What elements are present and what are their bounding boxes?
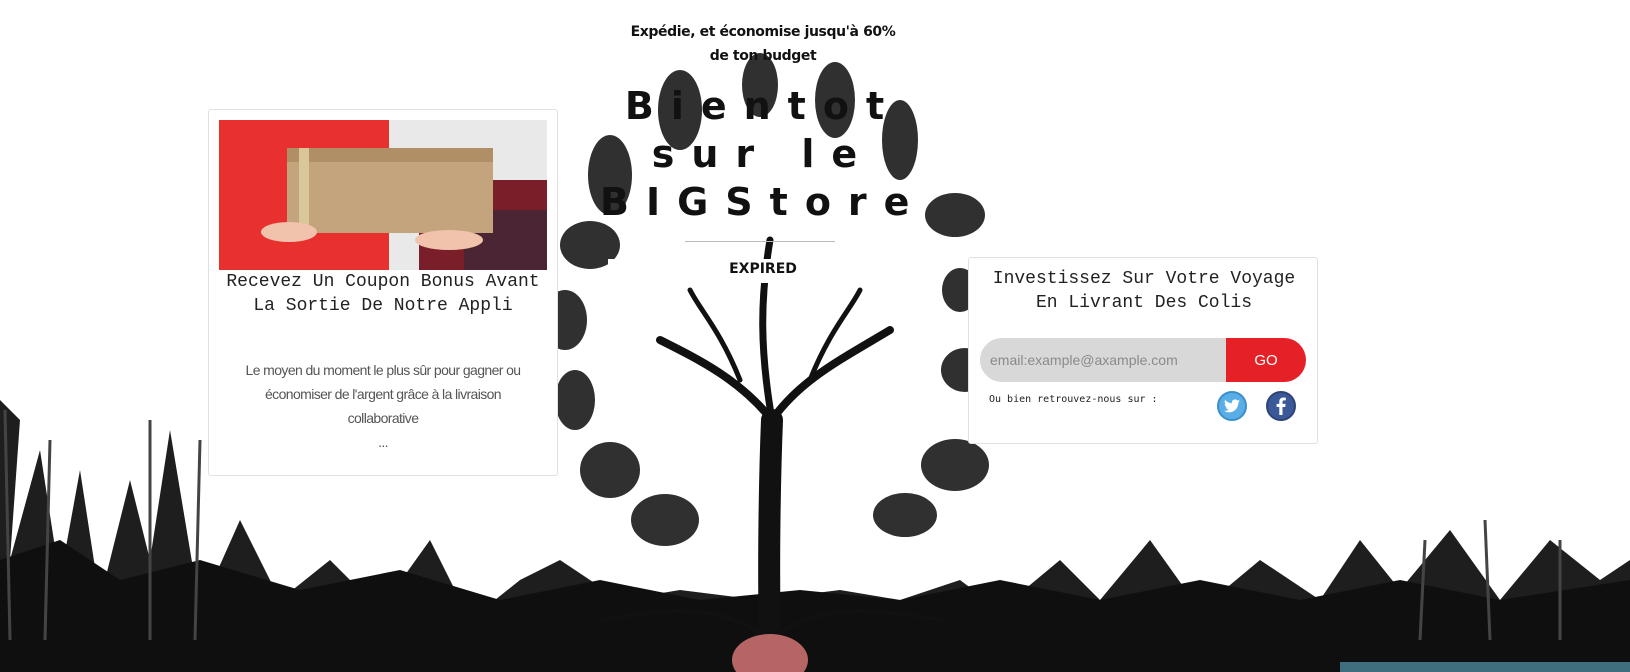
corner-bar: [1340, 662, 1630, 672]
social-label: Ou bien retrouvez-nous sur :: [989, 394, 1158, 405]
coupon-description-text: Le moyen du moment le plus sûr pour gagn…: [245, 362, 522, 426]
divider: [685, 241, 835, 242]
delivery-photo: [219, 120, 547, 270]
page-title: Bientot sur le BIGStore: [600, 82, 926, 226]
title-line: Bientot: [624, 84, 902, 128]
facebook-icon[interactable]: [1266, 391, 1296, 421]
go-button[interactable]: GO: [1226, 338, 1306, 382]
coupon-card: Recevez Un Coupon Bonus Avant La Sortie …: [208, 109, 558, 476]
title-line: BIGStore: [600, 180, 927, 224]
coupon-description: Le moyen du moment le plus sûr pour gagn…: [231, 358, 535, 454]
coupon-description-ellipsis: ...: [378, 434, 388, 450]
status-label: EXPIRED: [729, 261, 797, 277]
tagline: Expédie, et économise jusqu'à 60% de ton…: [630, 24, 896, 64]
coupon-title: Recevez Un Coupon Bonus Avant La Sortie …: [226, 272, 540, 316]
subscribe-card: Investissez Sur Votre Voyage En Livrant …: [968, 257, 1318, 444]
email-field[interactable]: [980, 338, 1226, 382]
twitter-icon[interactable]: [1217, 391, 1247, 421]
title-line: sur le: [651, 132, 875, 176]
subscribe-title: Investissez Sur Votre Voyage En Livrant …: [992, 269, 1296, 313]
